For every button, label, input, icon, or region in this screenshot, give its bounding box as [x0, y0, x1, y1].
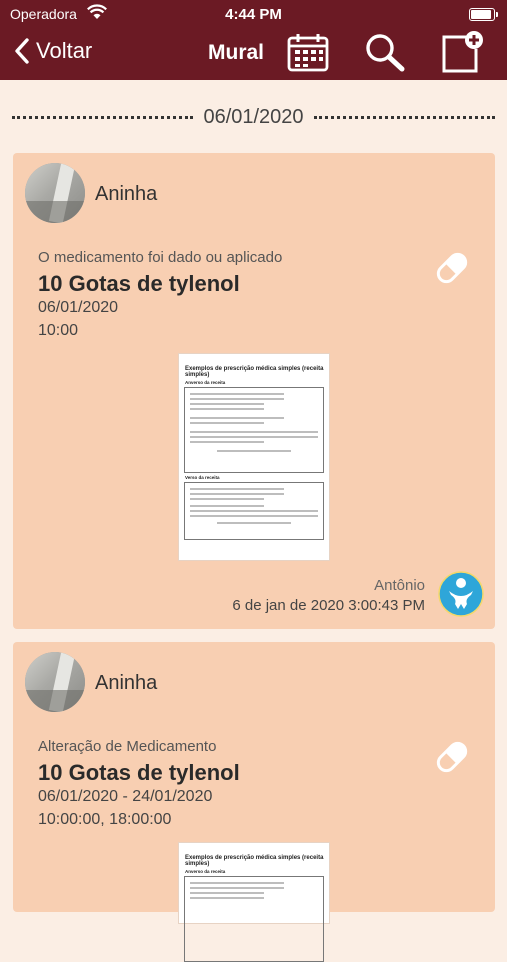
pill-icon [431, 736, 473, 778]
prescription-image[interactable]: Exemplos de prescrição médica simples (r… [178, 353, 330, 561]
separator-line [12, 115, 194, 119]
post-type: O medicamento foi dado ou aplicado [38, 249, 283, 266]
post-type: Alteração de Medicamento [38, 738, 217, 755]
date-separator-label: 06/01/2020 [203, 105, 304, 128]
avatar[interactable] [25, 652, 85, 712]
mural-post-card[interactable]: Aninha O medicamento foi dado ou aplicad… [13, 153, 495, 629]
post-timestamp: 6 de jan de 2020 3:00:43 PM [232, 597, 425, 614]
status-bar: Operadora 4:44 PM [0, 0, 507, 28]
page-title: Mural [208, 41, 265, 64]
search-icon[interactable] [363, 31, 407, 78]
post-username: Aninha [95, 672, 158, 694]
baby-avatar-icon[interactable] [438, 571, 484, 617]
prescription-front [184, 876, 324, 962]
separator-line [313, 115, 496, 119]
date-separator: 06/01/2020 [12, 104, 496, 130]
calendar-icon[interactable] [286, 31, 330, 78]
medication-date-range: 06/01/2020 - 24/01/2020 [38, 788, 213, 805]
prescription-title: Exemplos de prescrição médica simples (r… [185, 855, 324, 867]
prescription-front-label: Anverso da receita [185, 869, 226, 874]
prescription-front [184, 387, 324, 473]
app-header: Operadora 4:44 PM Voltar Mural [0, 0, 507, 80]
post-author: Antônio [374, 577, 425, 594]
medication-title: 10 Gotas de tylenol [38, 760, 240, 785]
prescription-back [184, 482, 324, 540]
clock: 4:44 PM [225, 6, 282, 23]
prescription-back-label: Verso da receita [185, 475, 220, 480]
medication-time: 10:00 [38, 322, 79, 339]
battery-icon [469, 8, 498, 21]
pill-icon [431, 247, 473, 289]
mural-post-card[interactable]: Aninha Alteração de Medicamento 10 Gotas… [13, 642, 495, 962]
new-post-icon[interactable] [438, 31, 486, 80]
prescription-front-label: Anverso da receita [185, 380, 226, 385]
prescription-image[interactable]: Exemplos de prescrição médica simples (r… [178, 842, 330, 962]
medication-date: 06/01/2020 [38, 299, 119, 316]
back-chevron-icon [15, 38, 29, 64]
avatar[interactable] [25, 163, 85, 223]
navigation-bar: Voltar Mural [0, 28, 507, 80]
back-label: Voltar [36, 38, 93, 63]
medication-title: 10 Gotas de tylenol [38, 271, 240, 296]
back-button[interactable]: Voltar [14, 38, 92, 64]
medication-times: 10:00:00, 18:00:00 [38, 811, 172, 828]
post-username: Aninha [95, 183, 158, 205]
prescription-title: Exemplos de prescrição médica simples (r… [185, 366, 324, 378]
